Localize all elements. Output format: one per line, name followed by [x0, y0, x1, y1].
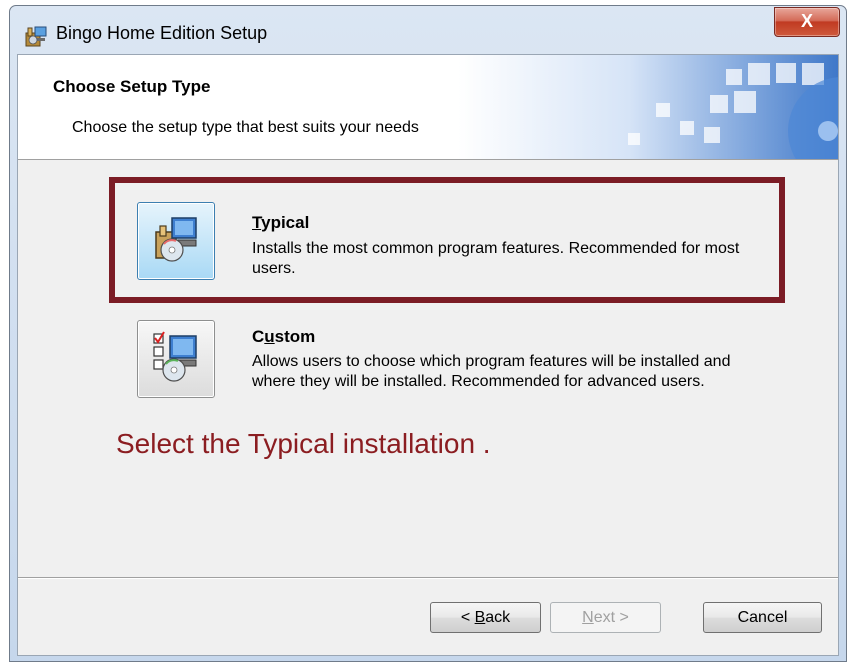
dialog-header: Choose Setup Type Choose the setup type …: [18, 55, 838, 160]
close-button[interactable]: X: [774, 7, 840, 37]
header-banner-image: [458, 55, 838, 159]
custom-setup-icon: [153, 331, 197, 382]
back-prefix: <: [460, 609, 475, 626]
back-rest: ack: [485, 609, 511, 626]
next-hotkey: N: [582, 609, 594, 626]
next-rest: ext >: [593, 609, 629, 626]
custom-hotkey: u: [264, 327, 275, 346]
custom-title-rest: stom: [274, 327, 316, 346]
custom-option-description: Allows users to choose which program fea…: [252, 353, 731, 390]
window-title: Bingo Home Edition Setup: [56, 23, 268, 43]
next-button[interactable]: Next >: [550, 602, 661, 633]
back-button[interactable]: < Back: [430, 602, 541, 633]
back-hotkey: B: [474, 609, 486, 626]
footer-divider: [18, 577, 838, 579]
cancel-button[interactable]: Cancel: [703, 602, 822, 633]
title-bar: Bingo Home Edition Setup X: [10, 6, 846, 54]
page-subtitle: Choose the setup type that best suits yo…: [72, 119, 419, 136]
dialog-client-area: Choose Setup Type Choose the setup type …: [17, 54, 839, 656]
instruction-annotation: Select the Typical installation .: [116, 428, 491, 459]
page-title: Choose Setup Type: [53, 77, 211, 96]
custom-option-button[interactable]: [137, 320, 215, 398]
close-icon: X: [800, 11, 813, 31]
setup-window: Bingo Home Edition Setup X Choose Setup …: [9, 5, 847, 662]
custom-title-prefix: C: [252, 327, 265, 346]
typical-highlight-box: [109, 177, 785, 303]
installer-app-icon[interactable]: [24, 24, 48, 48]
custom-option-title[interactable]: Custom: [252, 327, 315, 347]
